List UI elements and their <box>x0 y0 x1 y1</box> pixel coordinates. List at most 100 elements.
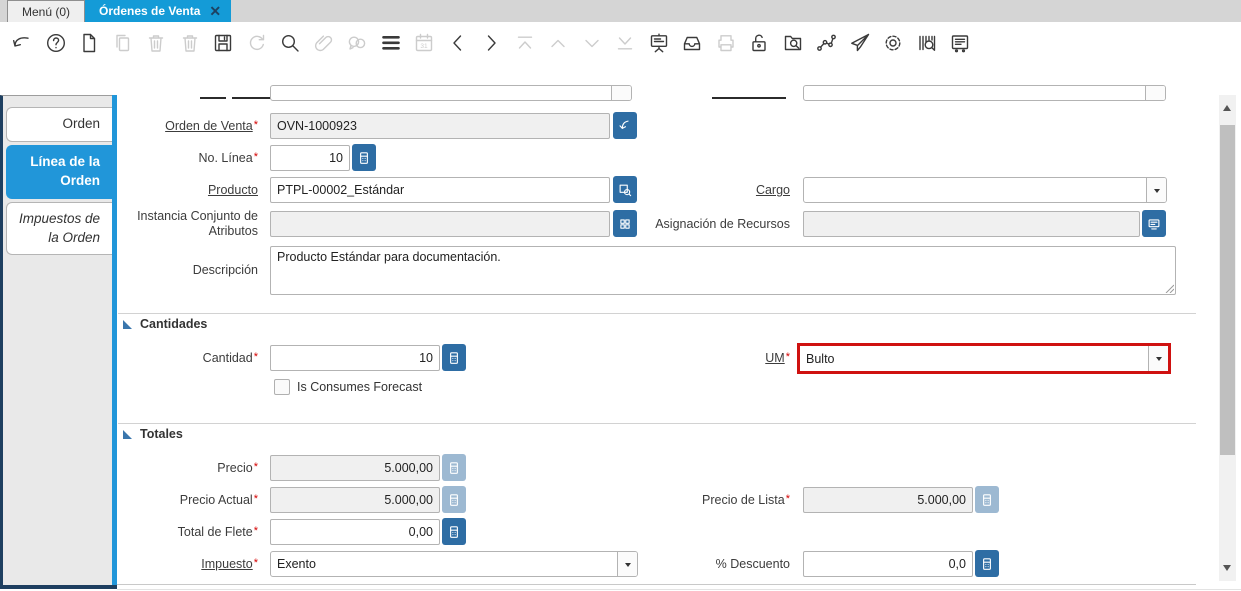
scrollbar-thumb[interactable] <box>1220 125 1235 455</box>
total-flete-field[interactable] <box>270 519 440 545</box>
impuesto-input[interactable] <box>271 552 617 576</box>
is-consumes-forecast-checkbox[interactable] <box>274 379 290 395</box>
cargo-input[interactable] <box>804 178 1146 202</box>
last-record-icon <box>613 31 637 55</box>
cargo-combobox[interactable] <box>803 177 1167 203</box>
content-bottom-border <box>117 584 1196 585</box>
descripcion-field[interactable]: Producto Estándar para documentación. <box>270 246 1176 295</box>
total-flete-label: Total de Flete* <box>177 525 258 539</box>
asignacion-label: Asignación de Recursos <box>655 217 790 231</box>
next-record-icon[interactable] <box>479 31 503 55</box>
calculator-button[interactable] <box>975 550 999 577</box>
tab-ordenes-de-venta[interactable]: Órdenes de Venta ✕ <box>85 0 232 22</box>
window-bottom-border <box>0 585 117 589</box>
find-icon[interactable] <box>278 31 302 55</box>
attribute-set-button[interactable] <box>613 210 637 237</box>
calculator-icon <box>450 525 458 538</box>
product-search-button[interactable] <box>613 176 637 203</box>
print-icon <box>714 31 738 55</box>
um-combobox[interactable] <box>800 346 1168 371</box>
grid-toggle-icon[interactable] <box>379 31 403 55</box>
product-search-icon <box>619 184 632 196</box>
clipped-input[interactable] <box>271 86 611 100</box>
product-info-icon[interactable] <box>915 31 939 55</box>
scroll-down-icon[interactable] <box>1223 565 1231 575</box>
dropdown-button[interactable] <box>1145 86 1165 100</box>
dropdown-button[interactable] <box>611 86 631 100</box>
workflow-icon[interactable] <box>814 31 838 55</box>
descripcion-label: Descripción <box>192 263 258 277</box>
dropdown-button[interactable] <box>617 552 637 576</box>
sidebar-tab-orden[interactable]: Orden <box>6 107 112 142</box>
precio-actual-field <box>270 487 440 513</box>
descuento-label: % Descuento <box>715 557 790 571</box>
scroll-up-icon[interactable] <box>1223 101 1231 111</box>
precio-field <box>270 455 440 481</box>
undo-icon[interactable] <box>10 31 34 55</box>
um-input[interactable] <box>800 346 1148 371</box>
clipped-label-fragment <box>200 97 226 99</box>
delete-record-icon <box>144 31 168 55</box>
producto-field[interactable] <box>270 177 610 203</box>
zoom-across-icon[interactable] <box>781 31 805 55</box>
window: Menú (0) Órdenes de Venta ✕ 31 Orden Líne… <box>0 0 1241 591</box>
asignacion-field <box>803 211 1140 237</box>
record-zoom-button[interactable] <box>613 112 637 139</box>
help-icon[interactable] <box>44 31 68 55</box>
clipped-input[interactable] <box>804 86 1145 100</box>
calculator-button-disabled <box>442 454 466 481</box>
refresh-icon <box>245 31 269 55</box>
tab-menu[interactable]: Menú (0) <box>7 0 86 22</box>
section-divider <box>118 313 1196 314</box>
resource-assignment-button[interactable] <box>1142 210 1166 237</box>
calculator-icon <box>983 493 991 506</box>
send-icon[interactable] <box>848 31 872 55</box>
no-linea-field[interactable] <box>270 145 350 171</box>
calculator-icon <box>983 557 991 570</box>
preferences-icon[interactable] <box>881 31 905 55</box>
splitter-sash[interactable] <box>112 95 117 589</box>
window-tab-bar: Menú (0) Órdenes de Venta ✕ <box>0 0 1241 22</box>
textarea-resize-handle[interactable] <box>1164 283 1174 293</box>
close-tab-icon[interactable]: ✕ <box>209 4 221 18</box>
vertical-scrollbar[interactable] <box>1219 95 1236 581</box>
report-icon[interactable] <box>647 31 671 55</box>
clipped-label-fragment <box>712 97 786 99</box>
descuento-field[interactable] <box>803 551 973 577</box>
instancia-field <box>270 211 610 237</box>
save-icon[interactable] <box>211 31 235 55</box>
precio-lista-label: Precio de Lista* <box>702 493 790 507</box>
producto-label: Producto <box>207 183 258 197</box>
tab-ordenes-label: Órdenes de Venta <box>99 4 201 18</box>
impuesto-combobox[interactable] <box>270 551 638 577</box>
feedback-icon[interactable] <box>948 31 972 55</box>
zoom-arrow-icon <box>619 120 629 129</box>
dropdown-button[interactable] <box>1148 346 1168 371</box>
clipped-field-left[interactable] <box>270 85 632 101</box>
instancia-label: Instancia Conjunto de Atributos <box>137 209 258 238</box>
calculator-button[interactable] <box>352 144 376 171</box>
dropdown-button[interactable] <box>1146 178 1166 202</box>
sidebar-tab-impuestos-de-la-orden[interactable]: Impuestos de la Orden <box>6 201 112 256</box>
collapse-triangle-icon[interactable] <box>123 430 132 439</box>
collapse-triangle-icon[interactable] <box>123 320 132 329</box>
archive-icon[interactable] <box>680 31 704 55</box>
sidebar-tab-linea-de-la-orden[interactable]: Línea de la Orden <box>6 144 112 199</box>
new-record-icon[interactable] <box>77 31 101 55</box>
delete-selection-icon <box>178 31 202 55</box>
precio-label: Precio* <box>217 461 258 475</box>
cantidad-field[interactable] <box>270 345 440 371</box>
content-bottom-shadow <box>117 589 1241 590</box>
first-record-icon <box>513 31 537 55</box>
lock-icon[interactable] <box>747 31 771 55</box>
calculator-button-disabled <box>975 486 999 513</box>
cantidades-section-title: Cantidades <box>140 317 208 331</box>
calculator-button[interactable] <box>442 518 466 545</box>
previous-record-icon[interactable] <box>446 31 470 55</box>
calculator-button[interactable] <box>442 344 466 371</box>
toolbar: 31 <box>0 22 1241 63</box>
copy-record-icon <box>111 31 135 55</box>
no-linea-label: No. Línea* <box>198 151 259 165</box>
attribute-grid-icon <box>620 218 630 229</box>
clipped-field-right[interactable] <box>803 85 1166 101</box>
